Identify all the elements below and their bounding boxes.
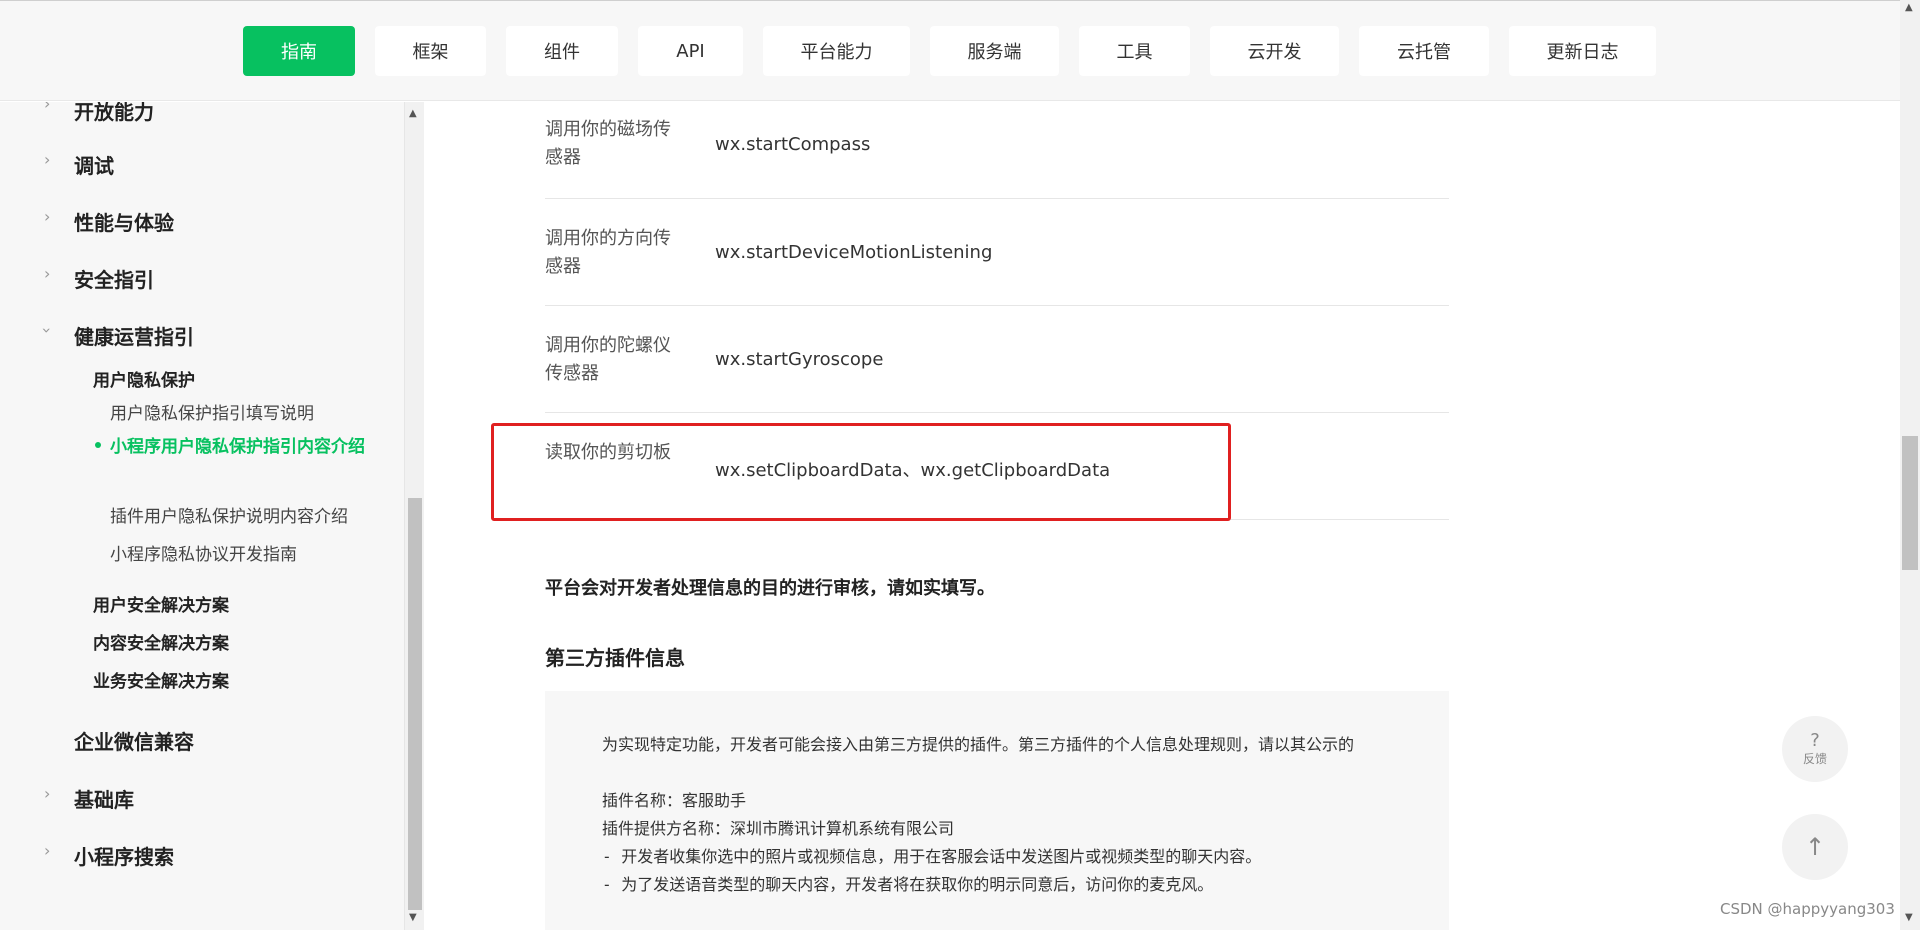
tab-api[interactable]: API [638, 26, 743, 76]
scroll-up-arrow-icon[interactable]: ▲ [409, 108, 417, 119]
scroll-down-arrow-icon[interactable]: ▼ [1905, 912, 1913, 923]
highlight-box [491, 423, 1231, 521]
sidebar: › 开放能力 › 调试 › 性能与体验 › 安全指引 › 健康运营指引 用户隐私… [0, 102, 404, 930]
back-to-top-button[interactable]: ↑ [1782, 814, 1848, 880]
api-name: wx.startDeviceMotionListening [715, 242, 993, 263]
sidebar-item-performance[interactable]: 性能与体验 [74, 207, 174, 236]
table-row: 调用你的陀螺仪传感器 wx.startGyroscope [545, 306, 1449, 413]
sidebar-scrollbar[interactable]: ▲ ▼ [404, 102, 424, 930]
sidebar-item-health[interactable]: 健康运营指引 [74, 321, 194, 350]
active-bullet-icon [95, 442, 101, 448]
page-scrollbar[interactable]: ▲ ▼ [1900, 0, 1920, 930]
tab-framework[interactable]: 框架 [375, 26, 486, 76]
sidebar-sub-business-security[interactable]: 业务安全解决方案 [93, 667, 229, 692]
sidebar-scroll-thumb[interactable] [408, 498, 422, 910]
permission-label: 调用你的陀螺仪传感器 [545, 335, 671, 384]
review-note: 平台会对开发者处理信息的目的进行审核，请如实填写。 [545, 578, 995, 599]
scroll-down-arrow-icon[interactable]: ▼ [409, 912, 417, 923]
sidebar-link-privacy-fill-guide[interactable]: 用户隐私保护指引填写说明 [110, 399, 314, 424]
api-name: wx.startCompass [715, 134, 871, 155]
plugin-info-block: 为实现特定功能，开发者可能会接入由第三方提供的插件。第三方插件的个人信息处理规则… [545, 691, 1449, 930]
chevron-right-icon: › [44, 102, 51, 113]
sidebar-sub-privacy[interactable]: 用户隐私保护 [93, 366, 195, 391]
plugin-provider: 插件提供方名称：深圳市腾讯计算机系统有限公司 [602, 819, 955, 838]
top-nav-bar: 指南 框架 组件 API 平台能力 服务端 工具 云开发 云托管 更新日志 [0, 0, 1920, 101]
sidebar-link-privacy-dev-guide[interactable]: 小程序隐私协议开发指南 [110, 540, 297, 565]
table-row: 调用你的磁场传感器 wx.startCompass [545, 102, 1449, 199]
chevron-right-icon: › [44, 150, 51, 169]
feedback-label: 反馈 [1802, 751, 1827, 766]
sidebar-link-privacy-content-intro[interactable]: 小程序用户隐私保护指引内容介绍 [110, 433, 370, 461]
section-title: 第三方插件信息 [545, 646, 685, 670]
plugin-purpose-media: - 开发者收集你选中的照片或视频信息，用于在客服会话中发送图片或视频类型的聊天内… [602, 847, 1262, 866]
watermark: CSDN @happyyang303 [1720, 900, 1895, 918]
sidebar-item-open-capabilities[interactable]: 开放能力 [74, 102, 154, 125]
tab-cloud-hosting[interactable]: 云托管 [1359, 26, 1489, 76]
tab-components[interactable]: 组件 [506, 26, 618, 76]
tab-server[interactable]: 服务端 [930, 26, 1059, 76]
permission-label: 调用你的方向传感器 [545, 228, 671, 277]
sidebar-item-security[interactable]: 安全指引 [74, 264, 154, 293]
sidebar-item-search[interactable]: 小程序搜索 [74, 841, 174, 870]
tab-platform[interactable]: 平台能力 [763, 26, 910, 76]
page-scroll-thumb[interactable] [1902, 436, 1918, 570]
tab-guide[interactable]: 指南 [243, 26, 355, 76]
api-name: wx.startGyroscope [715, 349, 884, 370]
question-icon: ? [1810, 729, 1820, 751]
sidebar-sub-content-security[interactable]: 内容安全解决方案 [93, 629, 229, 654]
sidebar-link-plugin-privacy[interactable]: 插件用户隐私保护说明内容介绍 [110, 502, 348, 527]
permission-label: 调用你的磁场传感器 [545, 119, 671, 168]
arrow-up-icon: ↑ [1804, 833, 1826, 861]
tab-tools[interactable]: 工具 [1079, 26, 1190, 76]
scroll-up-arrow-icon[interactable]: ▲ [1905, 2, 1913, 13]
chevron-right-icon: › [44, 207, 51, 226]
sidebar-item-wecom[interactable]: 企业微信兼容 [74, 726, 194, 755]
plugin-intro: 为实现特定功能，开发者可能会接入由第三方提供的插件。第三方插件的个人信息处理规则… [602, 735, 1355, 754]
sidebar-item-debug[interactable]: 调试 [74, 150, 114, 179]
feedback-button[interactable]: ? 反馈 [1782, 716, 1848, 782]
sidebar-sub-user-security[interactable]: 用户安全解决方案 [93, 591, 229, 616]
chevron-down-icon: › [37, 327, 57, 334]
plugin-name: 插件名称：客服助手 [602, 791, 747, 810]
chevron-right-icon: › [44, 841, 51, 860]
chevron-right-icon: › [44, 264, 51, 283]
tab-changelog[interactable]: 更新日志 [1509, 26, 1656, 76]
plugin-purpose-mic: - 为了发送语音类型的聊天内容，开发者将在获取你的明示同意后，访问你的麦克风。 [602, 875, 1214, 894]
sidebar-item-base-lib[interactable]: 基础库 [74, 784, 134, 813]
chevron-right-icon: › [44, 784, 51, 803]
tab-cloud-dev[interactable]: 云开发 [1210, 26, 1339, 76]
table-row: 调用你的方向传感器 wx.startDeviceMotionListening [545, 199, 1449, 306]
main-content: 调用你的磁场传感器 wx.startCompass 调用你的方向传感器 wx.s… [424, 102, 1900, 930]
